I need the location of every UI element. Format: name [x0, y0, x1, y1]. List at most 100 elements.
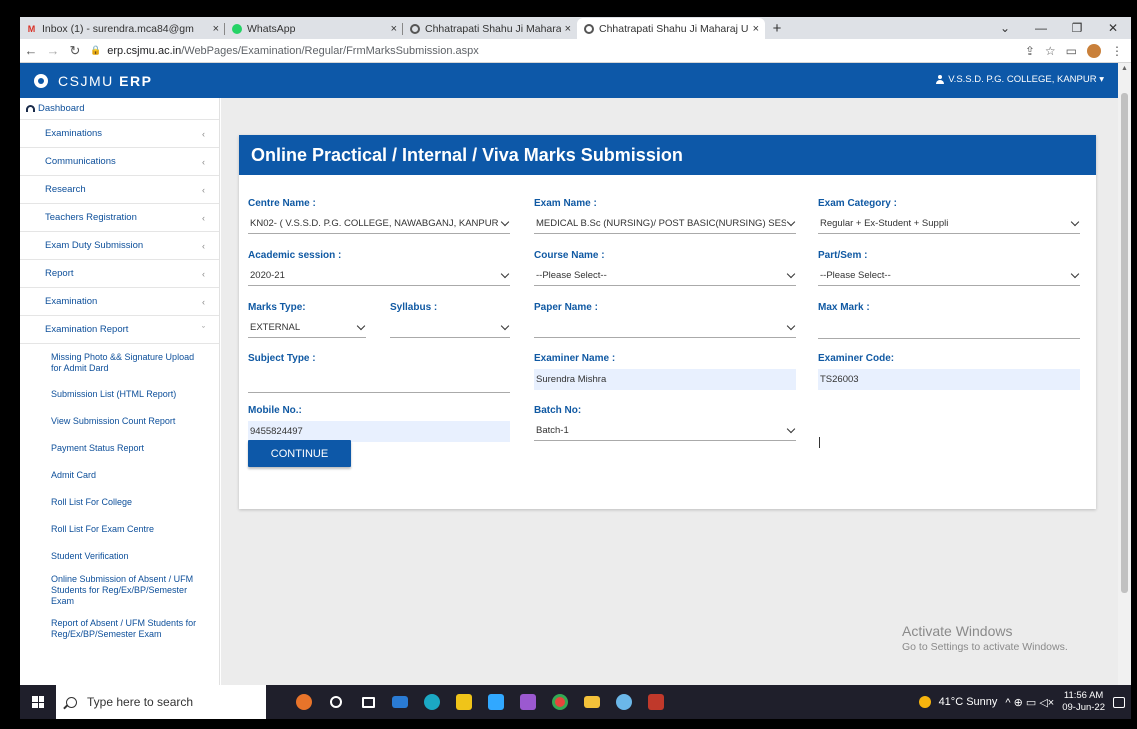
task-view-icon[interactable] — [352, 685, 384, 719]
examiner-name-input[interactable]: Surendra Mishra — [534, 369, 796, 390]
sidebar-item-label: Research — [45, 184, 86, 195]
minimize-button[interactable]: — — [1023, 17, 1059, 39]
store-icon[interactable] — [448, 685, 480, 719]
scrollbar-thumb[interactable] — [1121, 93, 1128, 593]
chrome-icon[interactable] — [544, 685, 576, 719]
tab-gmail[interactable]: M Inbox (1) - surendra.mca84@gm × — [20, 18, 225, 39]
sidebar-item-examination[interactable]: Examination ‹ — [20, 288, 219, 316]
sidebar-subitem-report-absent-ufm[interactable]: Report of Absent / UFM Students for Reg/… — [20, 610, 219, 647]
sidebar-item-research[interactable]: Research ‹ — [20, 176, 219, 204]
sidebar-subitem-online-absent-ufm[interactable]: Online Submission of Absent / UFM Studen… — [20, 570, 219, 610]
tab-whatsapp[interactable]: WhatsApp × — [225, 18, 403, 39]
max-mark-input[interactable] — [818, 318, 1080, 339]
vlc-app-icon[interactable] — [640, 685, 672, 719]
scroll-up-icon[interactable]: ▲ — [1121, 65, 1128, 72]
continue-button[interactable]: CONTINUE — [248, 440, 351, 467]
marks-type-field: Marks Type: EXTERNAL — [248, 302, 366, 338]
sidebar-item-examinations[interactable]: Examinations ‹ — [20, 120, 219, 148]
syllabus-select[interactable] — [390, 318, 510, 338]
sidebar-item-communications[interactable]: Communications ‹ — [20, 148, 219, 176]
sidebar-subitem-submission-list[interactable]: Submission List (HTML Report) — [20, 381, 219, 408]
exam-name-select[interactable]: MEDICAL B.Sc (NURSING)/ POST BASIC(NURSI… — [534, 214, 796, 234]
mail-icon[interactable] — [384, 685, 416, 719]
tab-university-2-active[interactable]: Chhatrapati Shahu Ji Maharaj Un × — [577, 18, 765, 39]
clock[interactable]: 11:56 AM 09-Jun-22 — [1062, 690, 1105, 714]
batch-select[interactable]: Batch-1 — [534, 421, 796, 441]
basketball-app-icon[interactable] — [288, 685, 320, 719]
field-label: Batch No: — [534, 405, 582, 416]
paper-name-select[interactable] — [534, 318, 796, 338]
sidebar-subitem-payment-status[interactable]: Payment Status Report — [20, 435, 219, 462]
field-label: Subject Type : — [248, 353, 316, 364]
clock-time: 11:56 AM — [1063, 690, 1104, 702]
course-name-select[interactable]: --Please Select-- — [534, 266, 796, 286]
sidebar-subitem-missing-photo[interactable]: Missing Photo && Signature Upload for Ad… — [20, 344, 219, 381]
marks-type-select[interactable]: EXTERNAL — [248, 318, 366, 338]
tray-icons[interactable]: ^ ⊕ ▭ ◁× — [1005, 696, 1054, 709]
sidebar-item-report[interactable]: Report ‹ — [20, 260, 219, 288]
chevron-down-icon — [500, 217, 510, 227]
file-explorer-icon[interactable] — [576, 685, 608, 719]
field-label: Paper Name : — [534, 302, 598, 313]
examiner-code-input[interactable]: TS26003 — [818, 369, 1080, 390]
sidebar-item-dashboard[interactable]: Dashboard — [20, 98, 219, 120]
field-label: Marks Type: — [248, 302, 306, 313]
tab-close-icon[interactable]: × — [213, 23, 219, 35]
notification-icon[interactable] — [1113, 696, 1125, 708]
maximize-button[interactable]: ❐ — [1059, 17, 1095, 39]
tab-close-icon[interactable]: × — [753, 23, 759, 35]
weather-text[interactable]: 41°C Sunny — [939, 696, 998, 708]
sidebar-item-teachers-registration[interactable]: Teachers Registration ‹ — [20, 204, 219, 232]
sidebar-item-exam-duty-submission[interactable]: Exam Duty Submission ‹ — [20, 232, 219, 260]
forward-arrow-icon[interactable]: → — [42, 43, 64, 58]
start-button[interactable] — [20, 685, 56, 719]
photoshop-icon[interactable] — [480, 685, 512, 719]
part-sem-select[interactable]: --Please Select-- — [818, 266, 1080, 286]
academic-session-select[interactable]: 2020-21 — [248, 266, 510, 286]
exam-category-field: Exam Category : Regular + Ex-Student + S… — [818, 198, 1080, 234]
part-sem-field: Part/Sem : --Please Select-- — [818, 250, 1080, 286]
visual-studio-icon[interactable] — [512, 685, 544, 719]
sidebar-item-examination-report[interactable]: Examination Report ˇ — [20, 316, 219, 344]
menu-dots-icon[interactable]: ⋮ — [1111, 44, 1123, 58]
sidebar-subitem-admit-card[interactable]: Admit Card — [20, 462, 219, 489]
course-name-field: Course Name : --Please Select-- — [534, 250, 796, 286]
sidepanel-icon[interactable]: ▭ — [1066, 44, 1077, 58]
sidebar-subitem-roll-list-exam-centre[interactable]: Roll List For Exam Centre — [20, 516, 219, 543]
tab-close-icon[interactable]: × — [391, 23, 397, 35]
mobile-input[interactable]: 9455824497 — [248, 421, 510, 442]
app-brand[interactable]: CSJMU ERP — [58, 73, 152, 89]
user-menu[interactable]: V.S.S.D. P.G. COLLEGE, KANPUR ▾ — [936, 74, 1104, 85]
cortana-icon[interactable] — [320, 685, 352, 719]
browser-actions: ⇪ ☆ ▭ ⋮ — [1025, 43, 1131, 58]
search-icon — [66, 696, 77, 708]
paint-icon[interactable] — [608, 685, 640, 719]
centre-name-select[interactable]: KN02- ( V.S.S.D. P.G. COLLEGE, NAWABGANJ… — [248, 214, 510, 234]
share-icon[interactable]: ⇪ — [1025, 44, 1035, 58]
sidebar-subitem-submission-count[interactable]: View Submission Count Report — [20, 408, 219, 435]
page-scrollbar[interactable]: ▲ — [1118, 63, 1131, 685]
reload-icon[interactable]: ↻ — [64, 43, 86, 59]
sidebar-item-label: Dashboard — [38, 103, 85, 114]
tab-university-1[interactable]: Chhatrapati Shahu Ji Maharaj Un × — [403, 18, 577, 39]
close-window-button[interactable]: ✕ — [1095, 17, 1131, 39]
chevron-down-icon — [786, 217, 796, 227]
new-tab-button[interactable]: + — [765, 18, 789, 39]
examiner-name-field: Examiner Name : Surendra Mishra — [534, 353, 796, 390]
main-content: Online Practical / Internal / Viva Marks… — [221, 98, 1118, 685]
bookmark-star-icon[interactable]: ☆ — [1045, 44, 1056, 58]
profile-avatar[interactable] — [1087, 43, 1101, 58]
chevron-down-icon[interactable]: ⌄ — [987, 17, 1023, 39]
select-value: MEDICAL B.Sc (NURSING)/ POST BASIC(NURSI… — [536, 218, 786, 229]
back-arrow-icon[interactable]: ← — [20, 43, 42, 58]
sidebar-item-label: Exam Duty Submission — [45, 240, 144, 251]
chevron-down-icon — [786, 321, 796, 331]
exam-category-select[interactable]: Regular + Ex-Student + Suppli — [818, 214, 1080, 234]
tab-close-icon[interactable]: × — [565, 23, 571, 35]
url-field[interactable]: 🔒 erp.csjmu.ac.in /WebPages/Examination/… — [90, 42, 1025, 60]
edge-icon[interactable] — [416, 685, 448, 719]
sidebar-subitem-roll-list-college[interactable]: Roll List For College — [20, 489, 219, 516]
sidebar-subitem-student-verification[interactable]: Student Verification — [20, 543, 219, 570]
subject-type-input[interactable] — [248, 369, 510, 393]
taskbar-search[interactable]: Type here to search — [56, 685, 266, 719]
